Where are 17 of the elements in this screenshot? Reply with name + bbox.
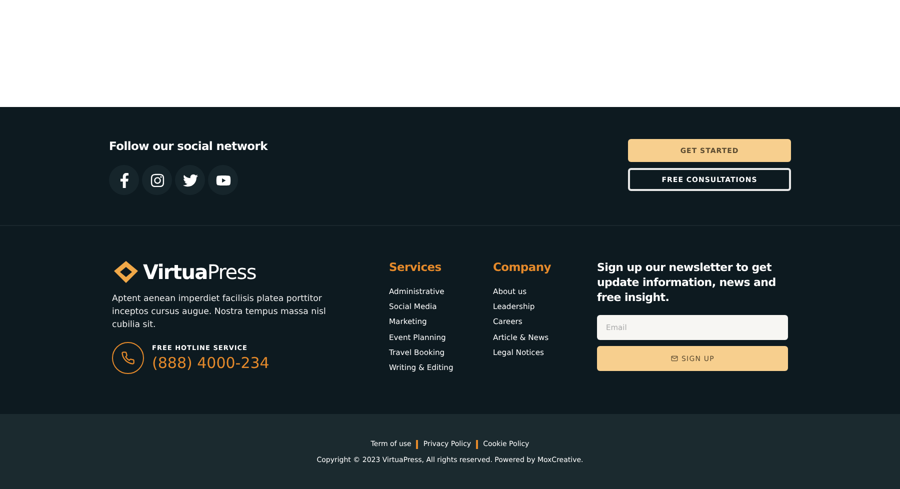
mail-icon [670, 355, 678, 362]
logo-wordmark: VirtuaPress [143, 260, 256, 284]
instagram-icon [150, 172, 164, 188]
social-link[interactable] [208, 165, 238, 195]
phone-icon [121, 351, 135, 365]
social-link[interactable] [175, 165, 205, 195]
brand-description: Aptent aenean imperdiet facilisis platea porttitor inceptos cursus augue. Nostra tempus massa nisl cubilia sit. [112, 293, 327, 332]
logo-icon [112, 260, 140, 284]
social-link[interactable] [109, 165, 139, 195]
menu-heading: Services [389, 260, 442, 274]
play-icon [216, 172, 230, 188]
hotline-number: (888) 4000-234 [152, 354, 270, 372]
social-heading: Follow our social network [109, 139, 268, 153]
social-link[interactable] [142, 165, 172, 195]
newsletter-heading: Sign up our newsletter to get update information, news and free insight. [597, 260, 777, 305]
menu-heading: Company [493, 260, 552, 274]
bird-icon [182, 172, 198, 188]
